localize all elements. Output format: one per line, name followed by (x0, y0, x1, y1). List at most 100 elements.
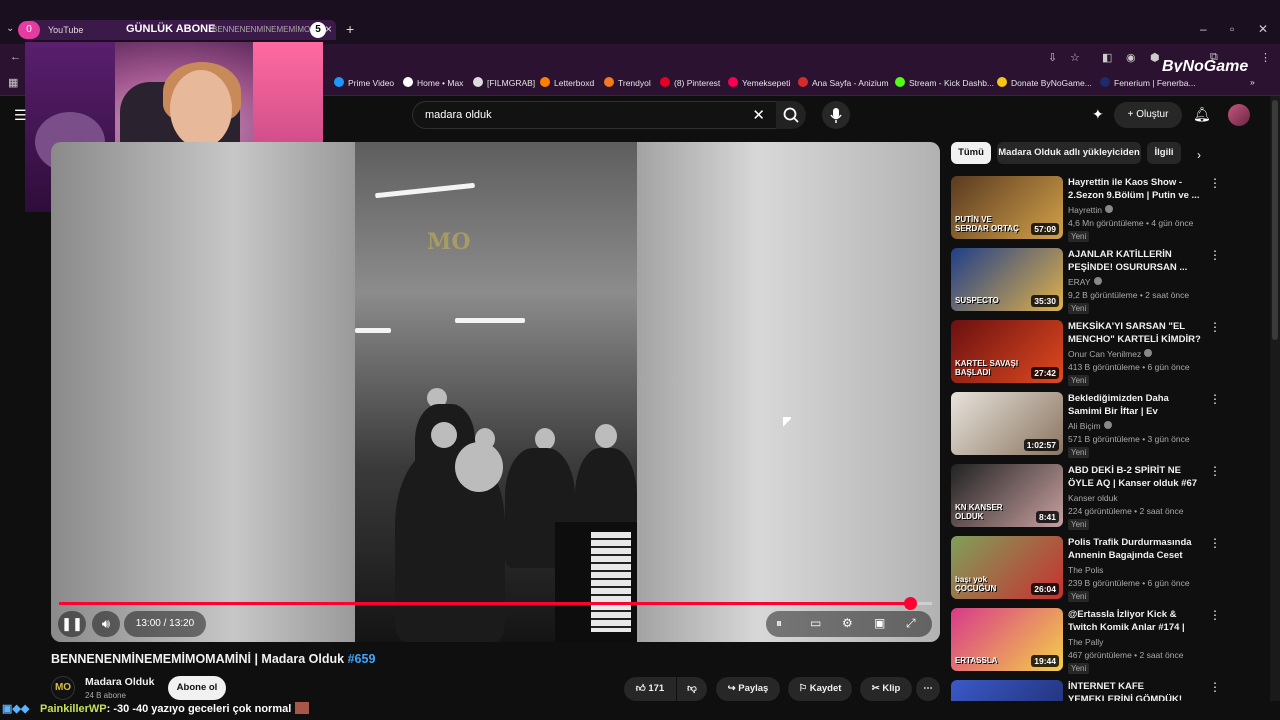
recommendation-channel[interactable]: Hayrettin (1068, 205, 1114, 215)
share-button[interactable]: ↪ Paylaş (716, 677, 780, 701)
kebab-menu-icon[interactable]: ⋮ (1209, 464, 1221, 478)
window-close-icon[interactable]: ✕ (1258, 22, 1268, 36)
tab-list-dropdown-icon[interactable]: ⌄ (6, 23, 14, 34)
recommendation-channel[interactable]: Onur Can Yenilmez (1068, 349, 1153, 359)
clip-button[interactable]: ✂ Klip (860, 677, 912, 701)
recommendation-title[interactable]: @Ertassla İzliyor Kick & Twitch Komik An… (1068, 608, 1204, 635)
video-thumbnail[interactable]: başı yok ÇOCUĞUN 26:04 (951, 536, 1063, 599)
new-tab-icon[interactable]: + (346, 21, 354, 37)
fullscreen-icon[interactable]: ⤢ (906, 616, 916, 631)
apps-grid-icon[interactable]: ▦ (8, 76, 18, 89)
recommendation-item[interactable]: SUSPECTO 35:30 AJANLAR KATİLLERİN PEŞİNDE!… (951, 248, 1251, 314)
pause-button[interactable]: ❚❚ (58, 611, 86, 637)
voice-search-button[interactable] (822, 101, 850, 129)
video-thumbnail[interactable]: ERTASSLA 19:44 (951, 608, 1063, 671)
bookmark-item[interactable]: [FILMGRAB] (473, 77, 535, 88)
kebab-menu-icon[interactable]: ⋮ (1209, 320, 1221, 334)
recommendation-item[interactable]: başı yok ÇOCUĞUN 26:04 Polis Trafik Durdur… (951, 536, 1251, 602)
channel-avatar[interactable]: MO (51, 676, 75, 700)
create-button[interactable]: + Oluştur (1114, 102, 1182, 128)
recommendation-channel[interactable]: ERAY (1068, 277, 1102, 287)
video-thumbnail[interactable]: PUTİN VE SERDAR ORTAÇ 57:09 (951, 176, 1063, 239)
kebab-menu-icon[interactable]: ⋮ (1209, 680, 1221, 694)
extension-adblock-icon[interactable]: ⬢ (1150, 51, 1160, 64)
like-button[interactable]: 👍︎ 171 (624, 677, 676, 701)
bookmark-item[interactable]: Stream - Kick Dashb... (895, 77, 994, 88)
recommendation-title[interactable]: Hayrettin ile Kaos Show - 2.Sezon 9.Bölü… (1068, 176, 1204, 202)
kebab-menu-icon[interactable]: ⋮ (1209, 392, 1221, 406)
kebab-menu-icon[interactable]: ⋮ (1209, 608, 1221, 622)
save-button[interactable]: ⚐ Kaydet (788, 677, 852, 701)
chevron-right-icon[interactable]: › (1197, 148, 1201, 162)
recommendation-title[interactable]: MEKSİKA'YI SARSAN "EL MENCHO" KARTELİ Kİ… (1068, 320, 1204, 346)
recommendation-channel-name: The Pally (1068, 637, 1104, 647)
dislike-button[interactable]: 👎︎ (677, 677, 707, 701)
volume-button[interactable]: 🔊︎ (92, 611, 120, 637)
scrollbar-thumb[interactable] (1272, 100, 1278, 340)
recommendation-title[interactable]: AJANLAR KATİLLERİN PEŞİNDE! OSURURSAN ..… (1068, 248, 1204, 274)
extension-translate-icon[interactable]: ◧ (1102, 51, 1112, 64)
bookmark-item[interactable]: Donate ByNoGame... (997, 77, 1092, 88)
video-player[interactable] (51, 142, 940, 642)
recommendation-channel[interactable]: Ali Biçim (1068, 421, 1112, 431)
subscribe-button[interactable]: Abone ol (168, 676, 226, 700)
bookmark-label: Letterboxd (554, 78, 595, 88)
search-button[interactable] (776, 101, 806, 129)
tab-close-icon[interactable]: × (325, 22, 332, 36)
recommendation-channel[interactable]: The Polis (1068, 565, 1103, 575)
bookmark-item[interactable]: Ana Sayfa - Anizium (798, 77, 889, 88)
video-thumbnail[interactable]: SUSPECTO 35:30 (951, 248, 1063, 311)
recommendation-item[interactable]: KARTEL SAVAŞI BAŞLADI 27:42 MEKSİKA'YI SAR… (951, 320, 1251, 386)
progress-bar[interactable] (59, 597, 932, 610)
recommendation-item[interactable]: ERTASSLA 19:44 @Ertassla İzliyor Kick & Tw… (951, 608, 1251, 674)
video-hashtag[interactable]: #659 (348, 652, 376, 666)
video-thumbnail[interactable]: KN KANSER OLDUK 8:41 (951, 464, 1063, 527)
recommendation-channel[interactable]: Kanser olduk (1068, 493, 1118, 503)
subtitles-icon[interactable]: ▭ (810, 616, 821, 630)
page-scrollbar[interactable] (1270, 96, 1280, 720)
more-bookmarks-icon[interactable]: » (1250, 77, 1255, 87)
recommendation-title[interactable]: Polis Trafik Durdurmasında Annenin Bagaj… (1068, 536, 1204, 563)
video-thumbnail[interactable]: 1:02:57 (951, 392, 1063, 455)
recommendation-title[interactable]: Beklediğimizden Daha Samimi Bir İftar | … (1068, 392, 1204, 419)
maximize-icon[interactable]: ▫ (1230, 22, 1234, 36)
theater-mode-icon[interactable]: ▣ (874, 616, 885, 630)
bookmark-item[interactable]: Fenerium | Fenerba... (1100, 77, 1196, 88)
chip-all[interactable]: Tümü (951, 142, 991, 164)
bookmark-item[interactable]: Yemeksepeti (728, 77, 790, 88)
recommendation-channel[interactable]: The Pally (1068, 637, 1103, 647)
bookmark-item[interactable]: Home • Max (403, 77, 463, 88)
install-app-icon[interactable]: ⇩ (1048, 51, 1057, 64)
autoplay-toggle-icon[interactable]: ⏸ (776, 616, 782, 631)
video-thumbnail[interactable]: KARTEL SAVAŞI BAŞLADI 27:42 (951, 320, 1063, 383)
bookmark-item[interactable]: Prime Video (334, 77, 394, 88)
bookmark-star-icon[interactable]: ☆ (1070, 51, 1080, 64)
recommendation-title[interactable]: ABD DEKİ B-2 SPİRİT NE ÖYLE AQ | Kanser … (1068, 464, 1204, 490)
more-actions-button[interactable]: ⋯ (916, 677, 940, 701)
search-input[interactable]: madara olduk ✕ (412, 101, 778, 129)
browser-menu-icon[interactable]: ⋮ (1260, 51, 1271, 64)
recommendation-item[interactable]: KN KANSER OLDUK 8:41 ABD DEKİ B-2 SPİRİT N… (951, 464, 1251, 530)
extension-icon[interactable]: ◉ (1126, 51, 1136, 64)
account-avatar[interactable] (1228, 104, 1250, 126)
premium-sparkle-icon[interactable]: ✦ (1092, 106, 1104, 123)
channel-name[interactable]: Madara Olduk (85, 676, 154, 688)
minimize-icon[interactable]: – (1200, 22, 1207, 36)
browser-tab-youtube[interactable]: YouTube GÜNLÜK ABONE BENNENENMİNEMEMİMOM… (26, 20, 336, 40)
search-clear-icon[interactable]: ✕ (752, 106, 765, 124)
recommendation-item[interactable]: PUTİN VE SERDAR ORTAÇ 57:09 Hayrettin ile … (951, 176, 1251, 242)
chip-related[interactable]: İlgili (1147, 142, 1181, 164)
bookmark-item[interactable]: Trendyol (604, 77, 651, 88)
hamburger-menu-icon[interactable]: ☰ (14, 107, 27, 124)
progress-scrubber[interactable] (904, 597, 917, 610)
kebab-menu-icon[interactable]: ⋮ (1209, 536, 1221, 550)
recommendation-item[interactable]: 1:02:57 Beklediğimizden Daha Samimi Bir İ… (951, 392, 1251, 458)
kebab-menu-icon[interactable]: ⋮ (1209, 176, 1221, 190)
back-icon[interactable]: ← (10, 51, 21, 63)
notifications-bell-icon[interactable]: 🔔︎ (1193, 106, 1211, 123)
chip-from-uploader[interactable]: Madara Olduk adlı yükleyiciden (997, 142, 1141, 164)
settings-gear-icon[interactable]: ⚙ (842, 616, 853, 630)
bookmark-item[interactable]: (8) Pinterest (660, 77, 720, 88)
bookmark-item[interactable]: Letterboxd (540, 77, 594, 88)
kebab-menu-icon[interactable]: ⋮ (1209, 248, 1221, 262)
